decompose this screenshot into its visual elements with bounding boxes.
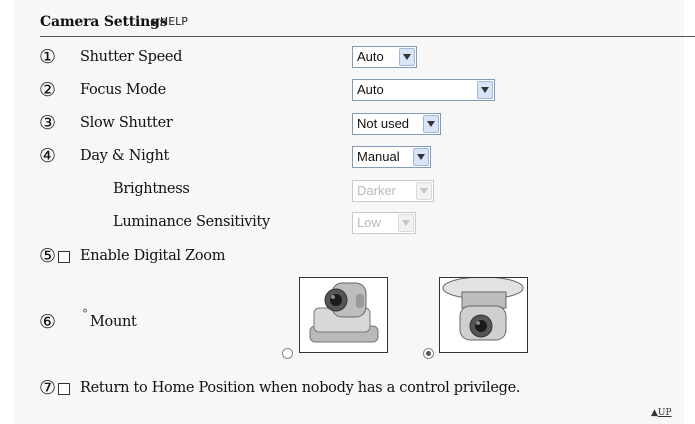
mount-bullet-icon: ° <box>82 307 88 321</box>
focus-mode-select[interactable]: Auto <box>352 79 495 101</box>
slow-shutter-label: Slow Shutter <box>80 115 173 131</box>
focus-mode-label: Focus Mode <box>80 82 166 98</box>
day-night-select[interactable]: Manual <box>352 146 431 168</box>
item-number-1: ① <box>39 46 57 68</box>
chevron-down-icon <box>413 148 429 166</box>
item-number-6: ⑥ <box>39 311 57 333</box>
page-title: Camera Settings <box>40 14 168 30</box>
slow-shutter-select[interactable]: Not used <box>352 113 441 135</box>
help-link[interactable]: ▶ HELP <box>151 15 188 28</box>
luminance-value: Low <box>357 215 381 230</box>
slow-shutter-value: Not used <box>357 116 410 131</box>
item-number-3: ③ <box>39 112 57 134</box>
up-arrow-icon: ▲ <box>651 408 658 418</box>
shutter-speed-select[interactable]: Auto <box>352 46 417 68</box>
help-label: HELP <box>159 15 188 28</box>
day-night-label: Day & Night <box>80 148 170 164</box>
mount-label: Mount <box>90 314 137 330</box>
home-position-checkbox[interactable] <box>58 383 70 395</box>
help-arrow-icon: ▶ <box>151 18 158 28</box>
digital-zoom-label: Enable Digital Zoom <box>80 248 226 264</box>
item-number-7: ⑦ <box>39 377 57 399</box>
chevron-down-icon <box>423 115 439 133</box>
brightness-label: Brightness <box>113 181 190 197</box>
item-number-2: ② <box>39 79 57 101</box>
up-link[interactable]: ▲UP <box>651 408 672 418</box>
up-label: UP <box>657 408 672 418</box>
digital-zoom-checkbox[interactable] <box>58 251 70 263</box>
chevron-down-icon <box>416 182 432 200</box>
chevron-down-icon <box>477 81 493 99</box>
ceiling-camera-icon <box>442 278 524 341</box>
shutter-speed-label: Shutter Speed <box>80 49 183 65</box>
settings-panel: Camera Settings ▶ HELP ① Shutter Speed Au… <box>14 0 695 424</box>
chevron-down-icon <box>398 214 414 232</box>
brightness-select[interactable]: Darker <box>352 180 434 202</box>
mount-ceiling-radio[interactable] <box>423 348 434 359</box>
chevron-down-icon <box>399 48 415 66</box>
shutter-speed-value: Auto <box>357 49 384 64</box>
title-divider <box>40 36 695 37</box>
item-number-4: ④ <box>39 145 57 167</box>
focus-mode-value: Auto <box>357 82 384 97</box>
desktop-camera-icon <box>309 282 379 343</box>
day-night-value: Manual <box>357 149 400 164</box>
luminance-select[interactable]: Low <box>352 212 416 234</box>
desktop-camera-image <box>299 277 388 353</box>
item-number-5: ⑤ <box>39 245 57 267</box>
home-position-label: Return to Home Position when nobody has … <box>80 380 521 396</box>
luminance-label: Luminance Sensitivity <box>113 214 270 230</box>
ceiling-camera-image <box>439 277 528 353</box>
mount-desktop-radio[interactable] <box>282 348 293 359</box>
brightness-value: Darker <box>357 183 397 198</box>
